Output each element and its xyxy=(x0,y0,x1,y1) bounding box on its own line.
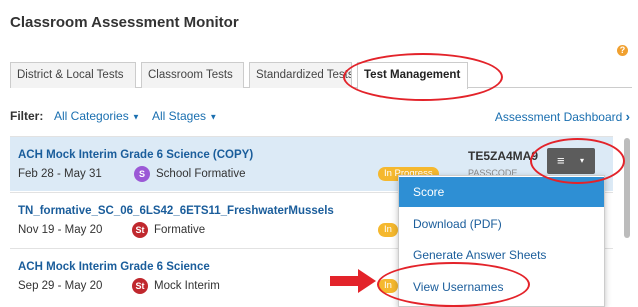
assessment-name[interactable]: ACH Mock Interim Grade 6 Science (COPY) xyxy=(18,149,253,161)
menu-item-generate-answer-sheets[interactable]: Generate Answer Sheets xyxy=(399,240,604,270)
actions-menu-button[interactable]: ≡ ▾ xyxy=(547,148,595,174)
status-badge: In xyxy=(378,223,398,237)
tab-classroom-tests[interactable]: Classroom Tests xyxy=(141,62,244,88)
status-badge: In xyxy=(378,279,398,293)
stage-filter-label: All Stages xyxy=(152,109,207,123)
category-filter-dropdown[interactable]: All Categories ▼ xyxy=(54,109,140,123)
assessment-dates: Feb 28 - May 31 xyxy=(18,168,102,180)
assessment-dashboard-link[interactable]: Assessment Dashboard › xyxy=(495,109,630,124)
assessment-dashboard-label: Assessment Dashboard xyxy=(494,110,623,124)
assessment-dates: Nov 19 - May 20 xyxy=(18,224,103,236)
filter-label: Filter: xyxy=(10,109,44,123)
tab-bar: District & Local Tests Classroom Tests S… xyxy=(10,62,632,89)
tab-district-local-tests[interactable]: District & Local Tests xyxy=(10,62,136,88)
state-type-icon: St xyxy=(132,278,148,294)
annotation-arrow-icon xyxy=(330,269,376,293)
category-filter-label: All Categories xyxy=(54,109,129,123)
menu-item-download-pdf[interactable]: Download (PDF) xyxy=(399,209,604,239)
actions-dropdown: Score Download (PDF) Generate Answer She… xyxy=(398,175,605,307)
state-type-icon: St xyxy=(132,222,148,238)
school-type-icon: S xyxy=(134,166,150,182)
stage-filter-dropdown[interactable]: All Stages ▼ xyxy=(152,109,217,123)
assessment-type: School Formative xyxy=(156,168,246,180)
scrollbar[interactable] xyxy=(624,138,630,238)
caret-down-icon: ▼ xyxy=(132,112,140,122)
menu-icon: ≡ xyxy=(557,153,565,168)
chevron-down-icon: ▾ xyxy=(580,156,585,165)
caret-down-icon: ▼ xyxy=(209,112,218,122)
tab-standardized-tests[interactable]: Standardized Tests xyxy=(249,62,352,88)
assessment-type: Formative xyxy=(154,224,206,236)
menu-item-score[interactable]: Score xyxy=(399,177,604,207)
page-title: Classroom Assessment Monitor xyxy=(10,14,239,31)
tab-test-management[interactable]: Test Management xyxy=(357,62,468,89)
passcode-value: TE5ZA4MA9 xyxy=(468,149,539,163)
assessment-dates: Sep 29 - May 20 xyxy=(18,280,103,292)
help-icon[interactable]: ? xyxy=(617,45,628,56)
chevron-right-icon: › xyxy=(625,109,630,124)
assessment-name[interactable]: ACH Mock Interim Grade 6 Science xyxy=(18,261,210,273)
assessment-name[interactable]: TN_formative_SC_06_6LS42_6ETS11_Freshwat… xyxy=(18,205,334,217)
menu-item-view-usernames[interactable]: View Usernames xyxy=(399,272,604,302)
assessment-type: Mock Interim xyxy=(154,280,220,292)
